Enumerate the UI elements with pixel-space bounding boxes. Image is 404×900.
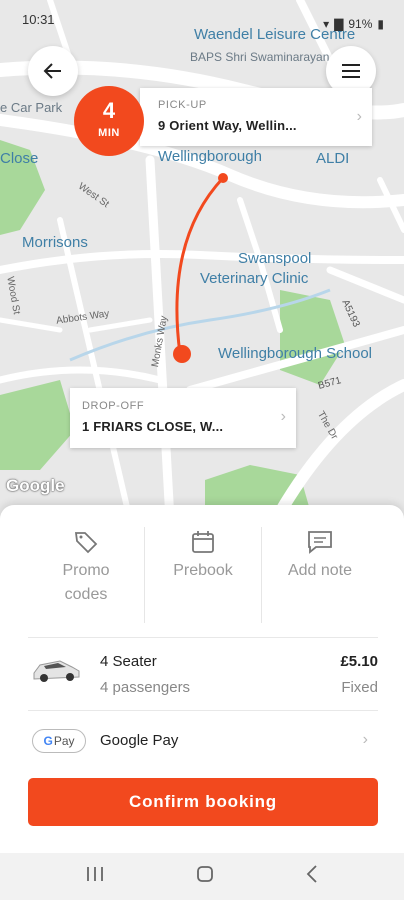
back-nav-icon: [306, 865, 317, 883]
vehicle-name: 4 Seater: [100, 653, 157, 670]
status-time: 10:31: [22, 12, 55, 27]
map-label-baps: BAPS Shri Swaminarayan: [190, 50, 330, 64]
status-bar: 10:31 ▾ ▇ 91% ▮: [0, 0, 404, 36]
chevron-right-icon: ›: [280, 408, 286, 425]
dropoff-label: DROP-OFF: [82, 400, 145, 412]
back-button[interactable]: [28, 46, 78, 96]
map-label-car-park: e Car Park: [0, 100, 63, 115]
signal-icon: ▇: [334, 17, 344, 31]
divider: [28, 637, 378, 638]
dropoff-card[interactable]: DROP-OFF 1 FRIARS CLOSE, W... ›: [70, 388, 296, 448]
map-label-swanspool: Swanspool: [238, 250, 312, 267]
promo-codes-label: Promo codes: [62, 562, 110, 603]
recent-apps-button[interactable]: [85, 865, 105, 888]
hamburger-icon: [342, 64, 360, 78]
add-note-button[interactable]: Add note: [261, 527, 378, 623]
pickup-address: 9 Orient Way, Wellin...: [158, 118, 297, 133]
battery-icon: ▮: [377, 17, 384, 31]
map-label-aldi: ALDI: [316, 150, 350, 167]
map-label-close: Close: [0, 150, 39, 167]
booking-sheet: Promo codes Prebook Add note 4 Seater 4 …: [0, 505, 404, 853]
status-icons: ▾ ▇ 91% ▮: [323, 12, 384, 36]
car-icon: [30, 655, 82, 690]
price-type: Fixed: [341, 679, 378, 696]
chevron-right-icon: ›: [356, 108, 362, 125]
google-pay-badge: G Pay: [32, 729, 86, 753]
pickup-card[interactable]: PICK-UP 9 Orient Way, Wellin... ›: [140, 88, 372, 146]
arrow-left-icon: [43, 63, 61, 79]
payment-method-row[interactable]: G Pay Google Pay ›: [28, 725, 378, 757]
google-pay-badge-text: Pay: [53, 734, 75, 748]
dropoff-address: 1 FRIARS CLOSE, W...: [82, 419, 224, 434]
vehicle-row[interactable]: 4 Seater 4 passengers £5.10 Fixed: [28, 647, 378, 699]
promo-codes-button[interactable]: Promo codes: [28, 527, 144, 623]
divider: [28, 710, 378, 711]
home-icon: [197, 866, 213, 882]
calendar-icon: [190, 527, 216, 557]
message-icon: [306, 527, 334, 557]
vehicle-capacity: 4 passengers: [100, 679, 191, 696]
google-g-icon: G: [43, 734, 53, 748]
eta-unit: MIN: [98, 127, 120, 139]
home-button[interactable]: [195, 864, 215, 889]
vehicle-price: £5.10: [340, 653, 378, 670]
map-label-school: Wellingborough School: [218, 345, 372, 362]
add-note-label: Add note: [287, 562, 353, 579]
eta-badge: 4 MIN: [74, 86, 144, 156]
status-battery: 91%: [348, 17, 373, 31]
pickup-label: PICK-UP: [158, 99, 207, 111]
booking-options: Promo codes Prebook Add note: [28, 527, 378, 623]
tag-icon: [73, 527, 99, 557]
system-nav-bar: [0, 853, 404, 900]
prebook-label: Prebook: [173, 562, 233, 579]
confirm-booking-button[interactable]: Confirm booking: [28, 778, 378, 826]
eta-value: 4: [102, 98, 116, 123]
prebook-button[interactable]: Prebook: [144, 527, 261, 623]
map-label-vet: Veterinary Clinic: [200, 270, 309, 287]
recent-apps-icon: [87, 867, 103, 881]
payment-method-name: Google Pay: [100, 732, 179, 749]
map-label-wellingborough: Wellingborough: [158, 148, 262, 165]
wifi-icon: ▾: [323, 17, 330, 31]
map-label-morrisons: Morrisons: [22, 234, 88, 251]
google-logo: Google: [6, 476, 65, 495]
chevron-right-icon: ›: [362, 731, 368, 748]
back-nav-button[interactable]: [305, 864, 319, 889]
